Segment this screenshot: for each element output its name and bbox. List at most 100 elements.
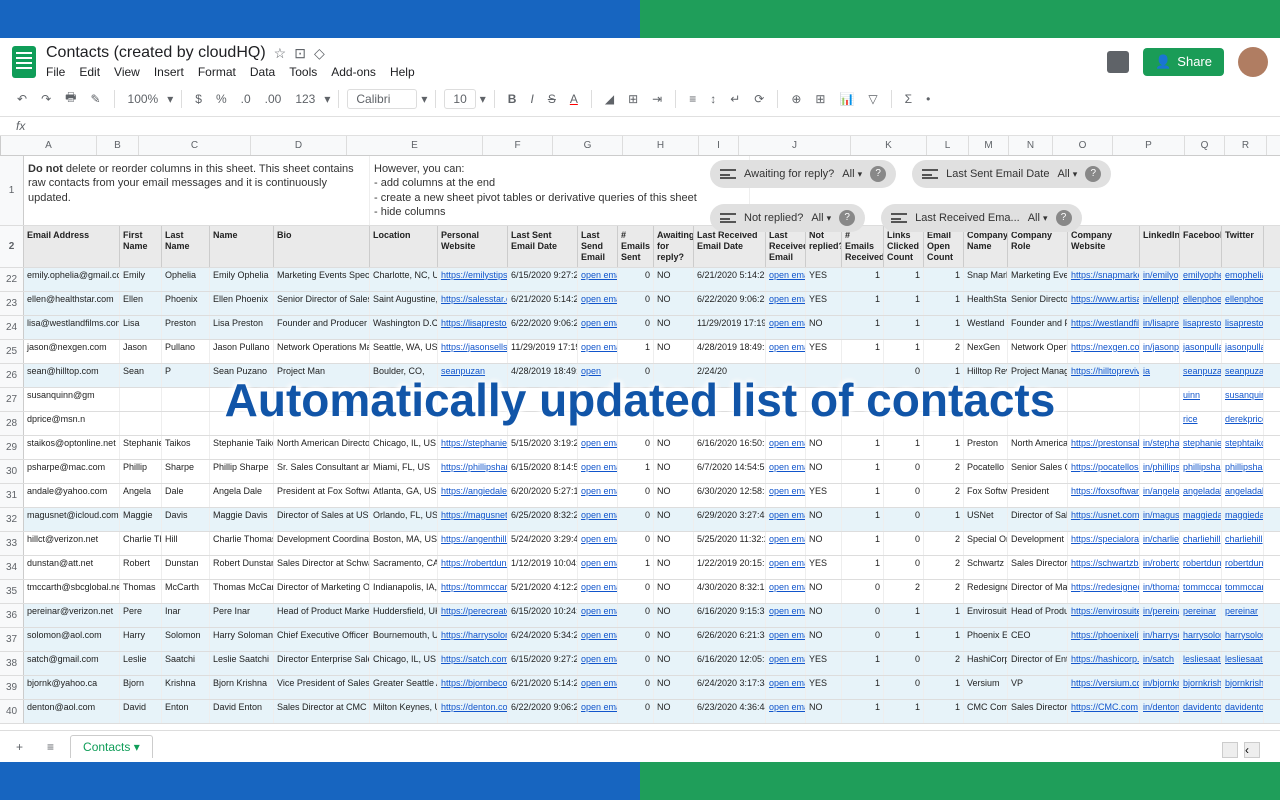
column-header[interactable]: S [1267, 136, 1280, 155]
cell[interactable]: seanpuzano [1222, 364, 1264, 387]
cell[interactable]: 0 [618, 628, 654, 651]
column-header[interactable]: Q [1185, 136, 1225, 155]
header-cell[interactable]: Name [210, 226, 274, 266]
cell[interactable]: NO [654, 292, 694, 315]
header-cell[interactable]: Awaiting for reply? [654, 226, 694, 266]
cell[interactable]: https://CMC.com [1068, 700, 1140, 723]
column-header[interactable]: B [97, 136, 139, 155]
cell[interactable]: emily.ophelia@gmail.com [24, 268, 120, 291]
cell[interactable]: Charlie Thomas H [210, 532, 274, 555]
menu-view[interactable]: View [114, 65, 140, 79]
cell[interactable]: 6/30/2020 12:58:34 [694, 484, 766, 507]
cell[interactable]: 0 [884, 652, 924, 675]
cell[interactable]: lesliesaatch [1180, 652, 1222, 675]
cell[interactable]: NO [654, 556, 694, 579]
cell[interactable]: 1 [924, 508, 964, 531]
cell[interactable]: rice [1180, 412, 1222, 435]
cell[interactable]: NO [654, 316, 694, 339]
cell[interactable]: davidenton [1180, 700, 1222, 723]
cell[interactable]: Preston [964, 436, 1008, 459]
cell[interactable]: Emily [120, 268, 162, 291]
column-header[interactable]: H [623, 136, 699, 155]
cell[interactable]: Krishna [162, 676, 210, 699]
header-cell[interactable]: Last Received Email [766, 226, 806, 266]
cell[interactable]: https://angiedale.c [438, 484, 508, 507]
header-cell[interactable]: Company Website [1068, 226, 1140, 266]
cell[interactable]: 1 [884, 604, 924, 627]
cell[interactable]: Charlie Thom [120, 532, 162, 555]
column-header[interactable]: J [739, 136, 851, 155]
help-icon[interactable]: ? [1085, 166, 1101, 182]
cell[interactable]: stephanieta [1180, 436, 1222, 459]
cell[interactable]: 1 [618, 556, 654, 579]
cell[interactable] [1008, 388, 1068, 411]
cell[interactable]: Seattle, WA, US [370, 340, 438, 363]
filter-pill[interactable]: Not replied?All ▾? [710, 204, 865, 232]
cell[interactable] [370, 412, 438, 435]
cell[interactable]: derekprice [1222, 412, 1264, 435]
h-align-icon[interactable]: ≡ [684, 89, 701, 109]
cell[interactable]: in/stephan [1140, 436, 1180, 459]
cell[interactable]: McCarth [162, 580, 210, 603]
cell[interactable]: staikos@optonline.net [24, 436, 120, 459]
cell[interactable]: open email [766, 340, 806, 363]
cell[interactable]: 6/15/2020 9:27:23 [508, 268, 578, 291]
column-header[interactable]: E [347, 136, 483, 155]
cell[interactable]: 2 [924, 652, 964, 675]
cell[interactable]: Director of Sales [1008, 508, 1068, 531]
cell[interactable]: Preston [162, 316, 210, 339]
cell[interactable]: open email [578, 652, 618, 675]
rotate-icon[interactable]: ⟳ [749, 89, 769, 109]
cell[interactable]: open email [766, 460, 806, 483]
percent-icon[interactable]: % [211, 89, 232, 109]
cell[interactable]: angeladale [1180, 484, 1222, 507]
cell[interactable] [1008, 412, 1068, 435]
cell[interactable]: Indianapolis, IA, U [370, 580, 438, 603]
cell[interactable]: https://pocatellosale [1068, 460, 1140, 483]
cell[interactable]: 1/12/2019 10:04:4 [508, 556, 578, 579]
cell[interactable]: 1 [924, 676, 964, 699]
cell[interactable]: https://tommccart [438, 580, 508, 603]
cell[interactable]: maggiedavis [1180, 508, 1222, 531]
cell[interactable]: Network Operati [1008, 340, 1068, 363]
cell[interactable]: bjornk@yahoo.ca [24, 676, 120, 699]
more-formats[interactable]: 123 [290, 89, 320, 109]
cell[interactable] [210, 412, 274, 435]
cell[interactable]: https://harrysolom [438, 628, 508, 651]
header-cell[interactable]: Not replied? [806, 226, 842, 266]
cell[interactable]: NO [654, 652, 694, 675]
cell[interactable]: Ellen Phoenix [210, 292, 274, 315]
cell[interactable]: Saint Augustine, F [370, 292, 438, 315]
sheets-logo[interactable] [12, 46, 36, 78]
cell[interactable]: https://specialorange [1068, 532, 1140, 555]
cell[interactable] [274, 388, 370, 411]
cell[interactable]: Inar [162, 604, 210, 627]
sheet-tab-contacts[interactable]: Contacts ▾ [70, 735, 153, 758]
cell[interactable]: in/pereinar [1140, 604, 1180, 627]
cell[interactable]: open email [578, 700, 618, 723]
cell[interactable]: Pocatello Sa [964, 460, 1008, 483]
cell[interactable]: Bjorn [120, 676, 162, 699]
cell[interactable]: robertdunsta [1180, 556, 1222, 579]
cell[interactable]: open email [578, 508, 618, 531]
cell[interactable]: open email [766, 484, 806, 507]
cell[interactable]: 2 [924, 484, 964, 507]
cell[interactable]: Jason Pullano [210, 340, 274, 363]
cell[interactable]: pereinar [1180, 604, 1222, 627]
cell[interactable]: YES [806, 484, 842, 507]
header-cell[interactable]: Location [370, 226, 438, 266]
cell[interactable]: Vice President of Sales & Customer Succe… [274, 676, 370, 699]
cell[interactable]: seanpuzan [438, 364, 508, 387]
cell[interactable]: Jason [120, 340, 162, 363]
comment-icon[interactable]: ⊞ [810, 89, 830, 109]
cell[interactable] [654, 364, 694, 387]
cell[interactable] [806, 388, 842, 411]
cell[interactable]: 1 [842, 340, 884, 363]
increase-decimal-icon[interactable]: .00 [260, 89, 287, 109]
cell[interactable]: 2 [884, 580, 924, 603]
cell[interactable]: 1 [842, 484, 884, 507]
cell[interactable]: 0 [618, 268, 654, 291]
cell[interactable]: YES [806, 292, 842, 315]
cell[interactable]: 6/20/2020 5:27:12 [508, 484, 578, 507]
cell[interactable]: 0 [884, 508, 924, 531]
